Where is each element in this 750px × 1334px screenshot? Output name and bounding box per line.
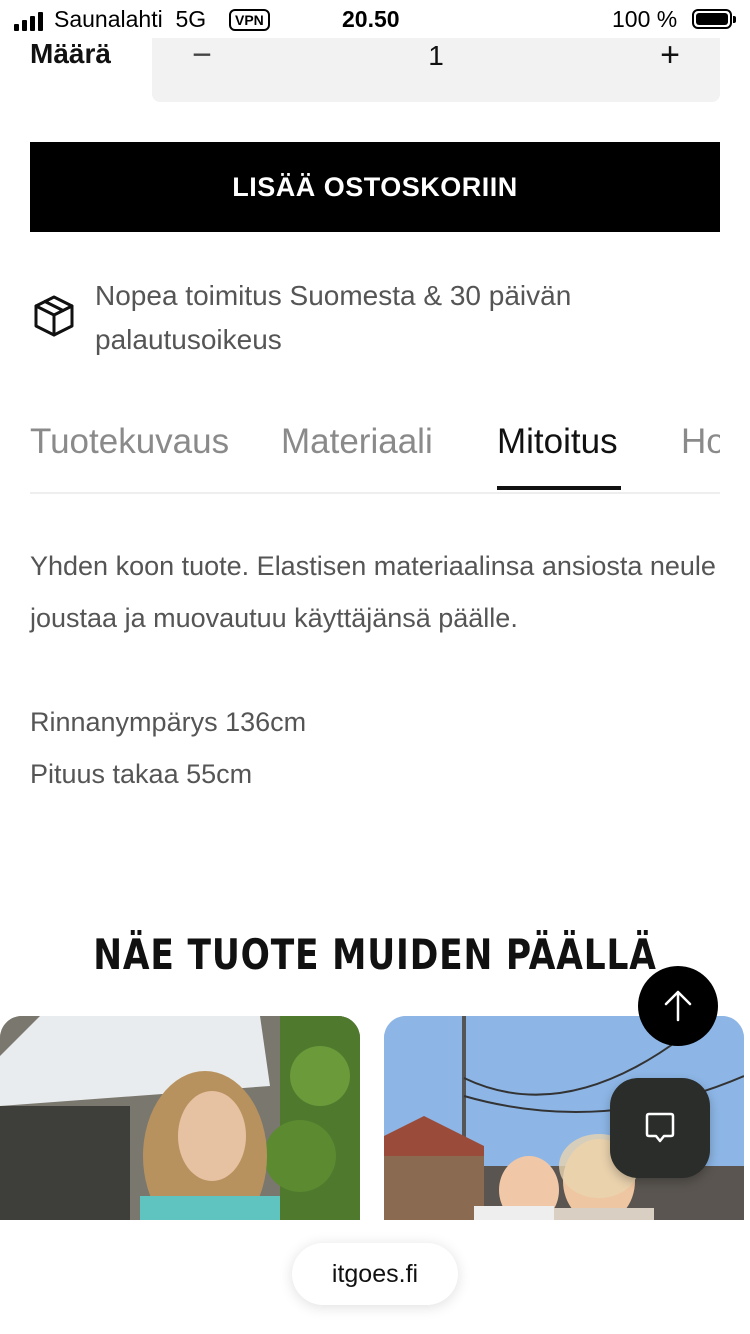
quantity-value[interactable]: 1 (416, 40, 456, 72)
battery-icon (692, 9, 736, 29)
package-icon (34, 295, 74, 337)
customer-photo-1-image (0, 1016, 360, 1220)
increment-button[interactable]: + (650, 38, 690, 78)
carrier-label: Saunalahti 5G (54, 6, 207, 32)
arrow-up-icon (664, 990, 692, 1022)
sizing-description: Yhden koon tuote. Elastisen materiaalins… (30, 551, 716, 633)
url-bar[interactable]: itgoes.fi (292, 1243, 458, 1305)
chat-button[interactable] (610, 1078, 710, 1178)
gallery-title: NÄE TUOTE MUIDEN PÄÄLLÄ (93, 930, 657, 979)
cellular-signal-icon (14, 12, 43, 31)
customer-photo-1[interactable] (0, 1016, 360, 1220)
bust-measurement: Rinnanympärys 136cm (30, 707, 307, 737)
quantity-stepper: − 1 + (152, 38, 720, 102)
add-to-cart-button[interactable]: LISÄÄ OSTOSKORIIN (30, 142, 720, 232)
clock: 20.50 (342, 6, 400, 32)
product-tabs: Tuotekuvaus Materiaali Mitoitus Hoito (30, 410, 720, 494)
measurements: Rinnanympärys 136cm Pituus takaa 55cm (30, 696, 306, 800)
tab-description[interactable]: Tuotekuvaus (30, 422, 229, 462)
battery-percent: 100 % (612, 6, 678, 32)
decrement-button[interactable]: − (182, 38, 222, 78)
vpn-badge: VPN (229, 9, 270, 31)
tab-care[interactable]: Hoito (681, 422, 720, 462)
chat-bubble-icon (645, 1112, 675, 1143)
scroll-to-top-button[interactable] (638, 966, 718, 1046)
status-bar: Saunalahti 5G VPN 20.50 100 % (0, 0, 750, 40)
back-length-measurement: Pituus takaa 55cm (30, 759, 253, 789)
active-tab-indicator (497, 486, 621, 490)
shipping-info-text: Nopea toimitus Suomesta & 30 päivän pala… (95, 280, 572, 355)
quantity-label: Määrä (30, 38, 111, 69)
tab-material[interactable]: Materiaali (281, 422, 433, 462)
tab-sizing[interactable]: Mitoitus (497, 422, 618, 462)
